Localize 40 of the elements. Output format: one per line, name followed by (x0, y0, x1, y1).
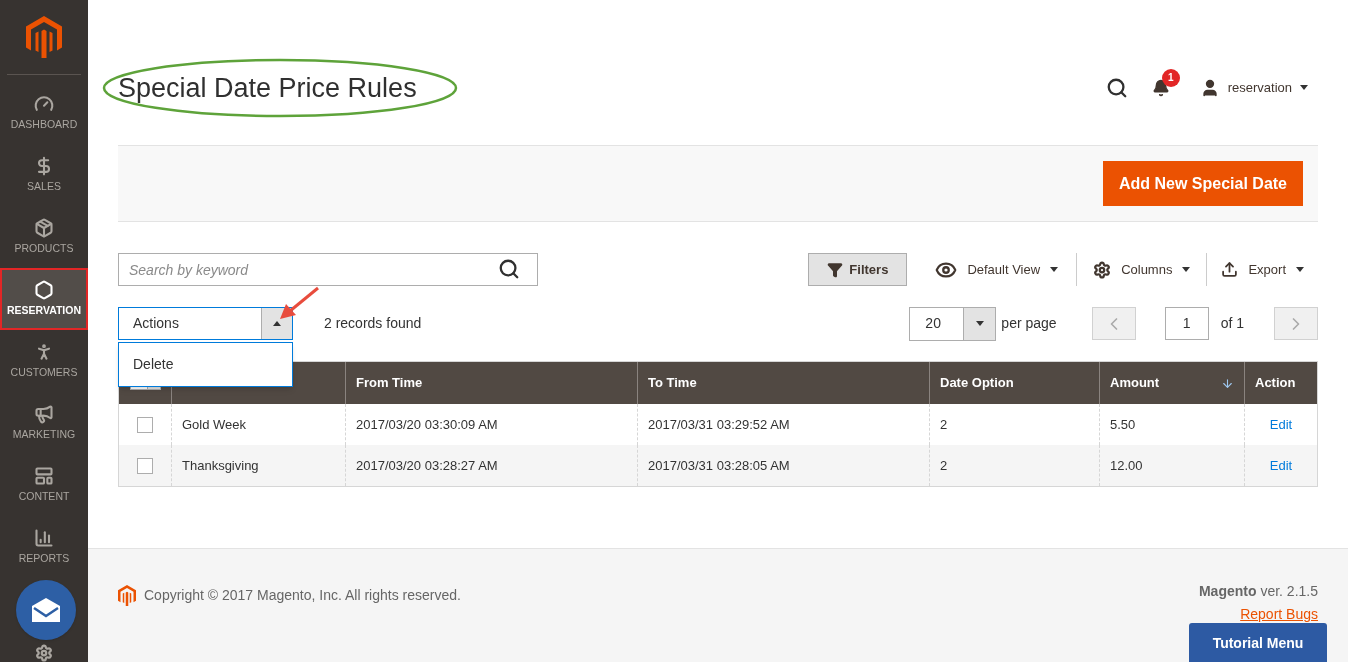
table-cell-text: Gold Week (182, 415, 247, 434)
filters-button[interactable]: Filters (808, 253, 908, 286)
page-title: Special Date Price Rules (118, 71, 417, 104)
table-cell-text: 2 (940, 415, 948, 434)
sidebar-item[interactable]: CUSTOMERS (0, 330, 88, 392)
copyright-text: Copyright © 2017 Magento, Inc. All rights reserved. (144, 585, 461, 605)
table-cell-text: 2017/03/31 03:29:52 AM (648, 415, 790, 434)
table-cell-text: 2017/03/20 03:30:09 AM (356, 415, 498, 434)
edit-link[interactable]: Edit (1269, 455, 1293, 476)
table-cell-text: 5.50 (1110, 415, 1136, 434)
menu-item[interactable]: Delete (119, 348, 292, 381)
tutorial-menu-button[interactable]: Tutorial Menu (1189, 623, 1327, 662)
table-cell-text: 2017/03/31 03:28:05 AM (648, 456, 790, 475)
columns-dropdown[interactable]: Columns (1077, 253, 1208, 286)
table-cell-text: 2 (940, 456, 948, 475)
per-page-label: per page (1001, 314, 1057, 333)
add-button[interactable]: Add New Special Date (1102, 161, 1303, 206)
sidebar-item[interactable]: PRODUCTS (0, 206, 88, 268)
table-cell-text: 2017/03/20 03:28:27 AM (356, 456, 498, 475)
sidebar-item[interactable]: RESERVATION (0, 268, 88, 330)
records-count: 2 records found (324, 314, 422, 333)
sidebar-item[interactable]: MARKETING (0, 392, 88, 454)
search-field[interactable]: Search by keyword (118, 253, 538, 286)
column-header[interactable]: Action (1245, 362, 1317, 404)
table-cell-text: Thanksgiving (182, 456, 259, 475)
view-dropdown[interactable]: Default View (935, 253, 1078, 286)
user-menu[interactable]: reservation (1199, 77, 1308, 98)
sidebar-item[interactable]: REPORTS (0, 516, 88, 578)
table-cell-text: 12.00 (1110, 456, 1143, 475)
per-page-select[interactable]: 20 (909, 306, 997, 341)
page-field[interactable]: 1 (1164, 307, 1209, 340)
actions-dropdown[interactable]: Actions (118, 307, 293, 340)
sidebar-item[interactable]: SALES (0, 144, 88, 206)
sidebar-item[interactable]: DASHBOARD (0, 82, 88, 144)
sidebar-item[interactable]: CONTENT (0, 454, 88, 516)
notification-badge: 1 (1161, 68, 1180, 87)
export-dropdown[interactable]: Export (1207, 253, 1318, 286)
edit-link[interactable]: Edit (1269, 414, 1293, 435)
page-count: of 1 (1220, 314, 1244, 333)
version-text: Magento ver. 2.1.5 (1198, 582, 1318, 601)
